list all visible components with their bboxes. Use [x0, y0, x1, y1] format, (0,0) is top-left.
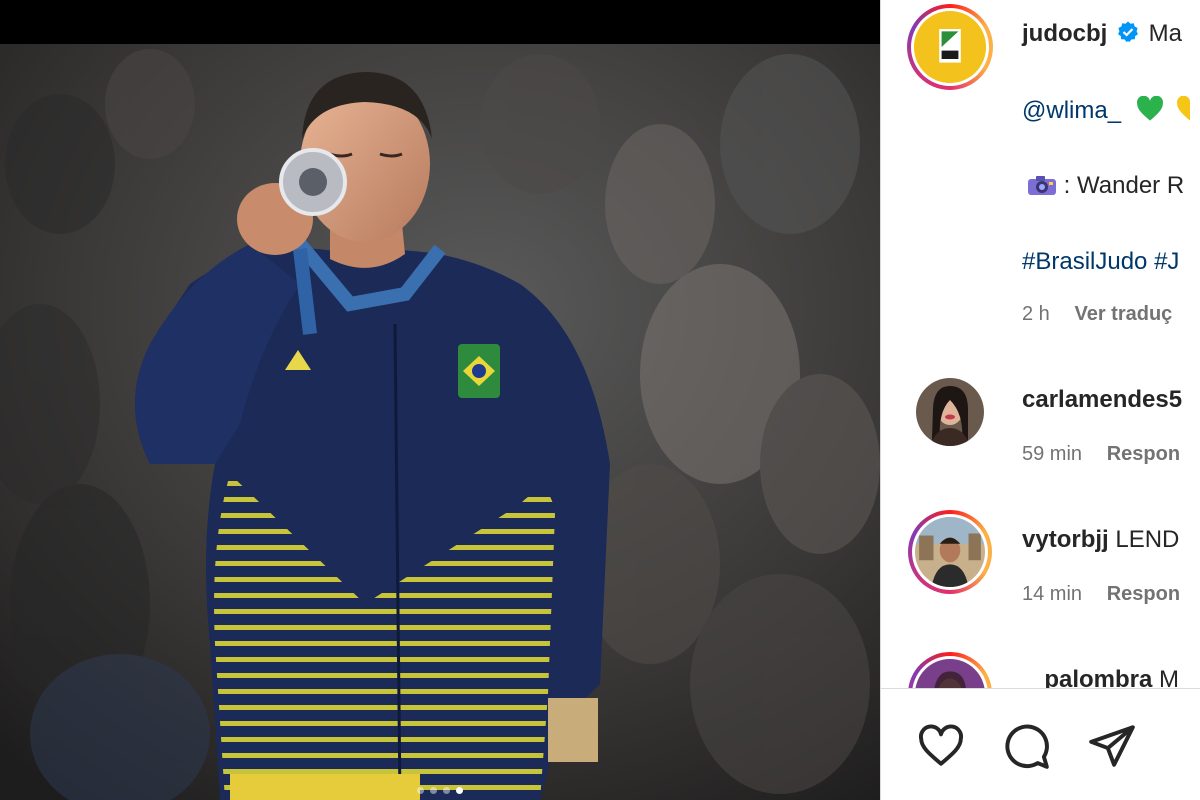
comment-time[interactable]: 14 min: [1022, 583, 1082, 605]
yellow-heart-emoji: [1176, 96, 1191, 122]
photo-credit: : Wander R: [1063, 172, 1185, 199]
reply-button[interactable]: Respon: [1107, 583, 1180, 605]
carousel-indicator: [0, 787, 880, 794]
post-photo: [0, 44, 880, 800]
post-time[interactable]: 2 h: [1022, 303, 1050, 325]
caption-text: Ma: [1148, 20, 1183, 47]
author-avatar[interactable]: [907, 4, 993, 90]
carousel-dot: [430, 787, 437, 794]
avatar[interactable]: [916, 378, 984, 446]
carousel-dot-active: [456, 787, 463, 794]
caption-line-1: judocbj Ma: [1022, 20, 1182, 48]
see-translation-button[interactable]: Ver traduç: [1074, 303, 1172, 325]
comment-username[interactable]: vytorbjj: [1022, 526, 1109, 553]
post-meta: 2 h Ver traduç: [1022, 299, 1172, 328]
comment-meta: 59 min Respon: [1022, 439, 1180, 468]
heart-icon[interactable]: [916, 721, 966, 776]
media-top-bar: [0, 0, 880, 44]
comment-meta: 14 min Respon: [1022, 579, 1180, 608]
mention-link[interactable]: @wlima_: [1022, 97, 1121, 124]
post-media[interactable]: [0, 0, 880, 800]
comment-text: carlamendes5: [1022, 386, 1182, 414]
comment-text: vytorbjj LEND: [1022, 526, 1179, 554]
camera-emoji: [1027, 173, 1057, 197]
reply-button[interactable]: Respon: [1107, 443, 1180, 465]
comment-bubble-icon[interactable]: [1001, 721, 1051, 776]
caption-line-3: : Wander R: [1027, 172, 1184, 200]
caption-line-2: @wlima_: [1022, 95, 1191, 125]
comment-body: LEND: [1115, 526, 1180, 553]
comment-time[interactable]: 59 min: [1022, 443, 1082, 465]
post-sidebar: judocbj Ma @wlima_ : Wander R #BrasilJud…: [880, 0, 1200, 800]
cbj-logo-icon: [914, 11, 986, 83]
green-heart-emoji: [1136, 95, 1164, 122]
carousel-dot: [417, 787, 424, 794]
post-actions-bar: [881, 688, 1200, 800]
avatar[interactable]: [908, 510, 992, 594]
comment-username[interactable]: carlamendes5: [1022, 386, 1182, 413]
hashtags[interactable]: #BrasilJudo #J: [1022, 248, 1179, 276]
carousel-dot: [443, 787, 450, 794]
author-username[interactable]: judocbj: [1022, 20, 1107, 47]
paper-plane-icon[interactable]: [1087, 721, 1137, 776]
verified-badge-icon: [1116, 20, 1140, 44]
